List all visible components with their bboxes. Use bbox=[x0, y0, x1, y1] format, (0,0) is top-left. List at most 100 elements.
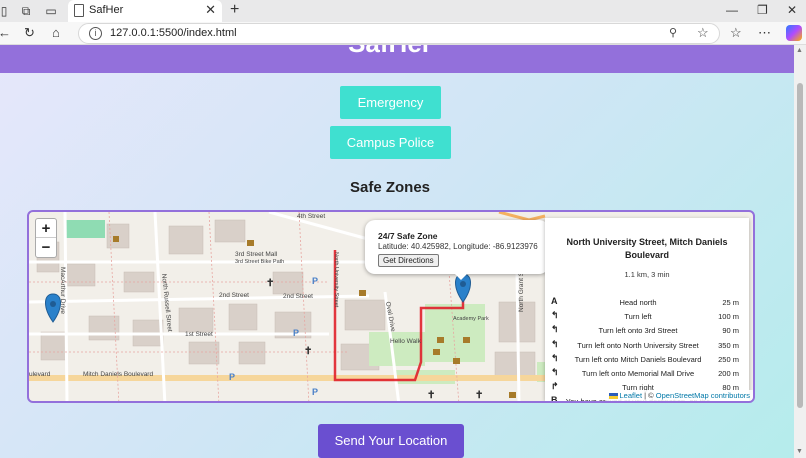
map-marker-icon bbox=[45, 293, 61, 323]
direction-step-text: Head north bbox=[619, 298, 657, 307]
map-poi-icon bbox=[113, 236, 119, 242]
map-building bbox=[272, 271, 304, 295]
map-street-label: ulevard bbox=[29, 371, 51, 378]
attribution-separator: | © bbox=[642, 391, 656, 400]
direction-step-text: Turn left bbox=[624, 312, 652, 322]
direction-step-text: Turn left onto North University Street bbox=[577, 340, 699, 350]
direction-step-text: Turn left onto Mitch Daniels Boulevard bbox=[574, 354, 702, 364]
map-street-label: Oval Drive bbox=[384, 301, 396, 332]
profile-icon[interactable]: ▯ bbox=[0, 3, 12, 19]
tab-actions-icon[interactable]: ▭ bbox=[43, 3, 59, 19]
map-park bbox=[65, 220, 105, 238]
direction-step[interactable]: ↰ Turn left onto 3rd Street 90 m bbox=[545, 324, 749, 338]
safe-zone-popup: 24/7 Safe Zone Latitude: 40.425982, Long… bbox=[365, 220, 549, 274]
window-close-icon[interactable]: ✕ bbox=[787, 2, 797, 18]
direction-step-icon: ↰ bbox=[551, 338, 559, 349]
map-parking-icon: P bbox=[229, 372, 235, 382]
site-info-icon[interactable]: i bbox=[89, 27, 102, 40]
map-street-label: Hello Walk bbox=[390, 338, 422, 345]
direction-step[interactable]: ↰ Turn left 100 m bbox=[545, 310, 749, 324]
page-scrollbar[interactable]: ▲ ▼ bbox=[794, 45, 806, 458]
map-building bbox=[344, 299, 386, 331]
map-street bbox=[29, 294, 370, 304]
direction-step[interactable]: ↰ Turn left onto Mitch Daniels Boulevard 2… bbox=[545, 353, 749, 367]
directions-panel[interactable]: North University Street, Mitch Daniels B… bbox=[545, 218, 749, 401]
directions-summary: 1.1 km, 3 min bbox=[624, 270, 670, 279]
direction-step-icon: ↰ bbox=[551, 352, 559, 363]
home-icon[interactable]: ⌂ bbox=[52, 26, 60, 40]
map-church-icon: ✝ bbox=[475, 390, 483, 401]
restore-icon[interactable]: ❐ bbox=[757, 2, 768, 18]
direction-step-text: Turn left onto Memorial Mall Drive bbox=[581, 369, 695, 378]
zoom-out-button[interactable]: − bbox=[36, 238, 56, 257]
osm-link[interactable]: OpenStreetMap contributors bbox=[656, 391, 750, 400]
url-text[interactable]: 127.0.0.1:5500/index.html bbox=[110, 27, 237, 39]
back-icon[interactable]: ← bbox=[0, 26, 11, 40]
favorites-icon[interactable]: ☆ bbox=[730, 25, 742, 41]
reload-icon[interactable]: ↻ bbox=[24, 26, 35, 40]
map-parking-icon: P bbox=[312, 276, 318, 286]
send-location-button[interactable]: Send Your Location bbox=[318, 424, 464, 458]
map-building bbox=[214, 219, 246, 243]
directions-header: North University Street, Mitch Daniels B… bbox=[566, 237, 728, 260]
direction-step-icon: ↰ bbox=[551, 310, 559, 321]
get-directions-button[interactable]: Get Directions bbox=[378, 254, 439, 267]
map-street-label: Mitch Daniels Boulevard bbox=[83, 371, 153, 378]
browser-tab[interactable]: SafHer ✕ bbox=[68, 0, 222, 22]
close-tab-icon[interactable]: ✕ bbox=[205, 3, 216, 17]
map-building bbox=[238, 341, 266, 365]
app-header: SafHer bbox=[0, 45, 794, 73]
map-church-icon: ✝ bbox=[304, 346, 312, 357]
minimize-icon[interactable]: — bbox=[726, 2, 738, 18]
direction-step-distance: 200 m bbox=[718, 369, 739, 378]
direction-step-distance: 350 m bbox=[718, 340, 739, 350]
map-street-label: 3rd Street Bike Path bbox=[235, 259, 284, 265]
popup-coordinates: Latitude: 40.425982, Longitude: -86.9123… bbox=[378, 242, 538, 251]
safe-zones-map[interactable]: P P P P ✝ ✝ ✝ ✝ 4th Street 3rd Street Ma… bbox=[27, 210, 755, 403]
popup-tip bbox=[454, 273, 468, 280]
emergency-button[interactable]: Emergency bbox=[340, 86, 441, 119]
popup-title: 24/7 Safe Zone bbox=[378, 231, 438, 241]
map-building bbox=[228, 303, 258, 331]
tab-title: SafHer bbox=[89, 4, 124, 16]
workspaces-icon[interactable]: ⧉ bbox=[18, 3, 34, 19]
scroll-down-icon[interactable]: ▼ bbox=[796, 448, 803, 455]
map-parking-icon: P bbox=[312, 387, 318, 397]
direction-step-icon: B bbox=[551, 395, 558, 401]
new-tab-button[interactable]: + bbox=[230, 1, 239, 19]
map-path bbox=[298, 212, 310, 401]
map-building bbox=[66, 263, 96, 287]
map-building bbox=[178, 307, 214, 333]
direction-step-distance: 25 m bbox=[722, 298, 739, 307]
map-poi-icon bbox=[359, 290, 366, 296]
address-bar[interactable]: i 127.0.0.1:5500/index.html ⚲ ☆ bbox=[78, 23, 720, 44]
map-poi-icon bbox=[453, 358, 460, 364]
map-street bbox=[153, 212, 167, 401]
more-menu-icon[interactable]: ⋯ bbox=[758, 25, 771, 41]
direction-step-text: Turn left onto 3rd Street bbox=[598, 326, 678, 336]
zoom-in-button[interactable]: + bbox=[36, 219, 56, 238]
map-church-icon: ✝ bbox=[266, 278, 274, 289]
favorite-star-icon[interactable]: ☆ bbox=[697, 25, 709, 41]
direction-step[interactable]: ↰ Turn left onto Memorial Mall Drive 200 m bbox=[545, 367, 749, 381]
scrollbar-thumb[interactable] bbox=[797, 83, 803, 408]
map-attribution: Leaflet | © OpenStreetMap contributors bbox=[605, 390, 753, 401]
copilot-icon[interactable] bbox=[786, 25, 802, 41]
map-parking-icon: P bbox=[293, 328, 299, 338]
ukraine-flag-icon bbox=[608, 393, 618, 400]
direction-step-icon: ↰ bbox=[551, 367, 559, 377]
scroll-up-icon[interactable]: ▲ bbox=[796, 47, 803, 54]
direction-step[interactable]: ↰ Turn left onto North University Street 3… bbox=[545, 339, 749, 353]
campus-police-button[interactable]: Campus Police bbox=[330, 126, 451, 159]
map-street-label: 2nd Street bbox=[219, 292, 249, 299]
map-poi-icon bbox=[509, 392, 516, 398]
direction-step-distance: 250 m bbox=[718, 354, 739, 364]
page-icon bbox=[74, 4, 84, 17]
location-pin-icon[interactable]: ⚲ bbox=[669, 26, 677, 39]
direction-step[interactable]: A Head north 25 m bbox=[545, 296, 749, 310]
direction-step-distance: 100 m bbox=[718, 312, 739, 322]
map-building bbox=[40, 331, 68, 361]
direction-step-icon: A bbox=[551, 296, 558, 306]
map-church-icon: ✝ bbox=[427, 390, 435, 401]
leaflet-link[interactable]: Leaflet bbox=[620, 391, 643, 400]
